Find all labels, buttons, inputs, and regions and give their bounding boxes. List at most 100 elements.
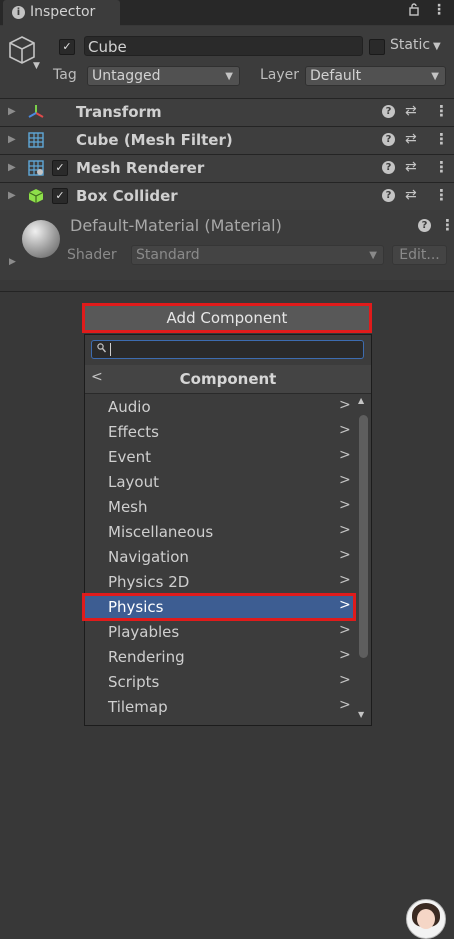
list-item-scripts[interactable]: Scripts >	[85, 669, 356, 694]
list-item-label: Rendering	[108, 648, 185, 666]
foldout-arrow-icon[interactable]: ▶	[8, 106, 16, 117]
enabled-checkbox[interactable]: ✓	[52, 188, 68, 204]
list-item-label: Physics 2D	[108, 573, 190, 591]
list-item-playables[interactable]: Playables >	[85, 619, 356, 644]
divider	[0, 291, 454, 292]
list-item-rendering[interactable]: Rendering >	[85, 644, 356, 669]
layer-dropdown[interactable]: Default ▼	[305, 66, 446, 86]
help-icon[interactable]: ?	[382, 189, 395, 202]
list-item-physics-2d[interactable]: Physics 2D >	[85, 569, 356, 594]
info-icon: i	[12, 6, 25, 19]
component-name: Transform	[76, 103, 162, 121]
scroll-up-arrow-icon[interactable]: ▲	[358, 396, 364, 405]
component-menu-icon[interactable]: ⋮	[434, 186, 449, 204]
box-collider-icon	[28, 188, 44, 204]
foldout-arrow-icon[interactable]: ▶	[8, 134, 16, 145]
material-preview-sphere[interactable]	[22, 220, 60, 258]
list-item-label: Audio	[108, 398, 151, 416]
tab-label: Inspector	[30, 4, 96, 20]
inspector-header: ▼ ✓ Cube Static ▼ Tag Untagged ▼ Layer De…	[0, 26, 454, 99]
chevron-down-icon: ▼	[431, 71, 439, 82]
mesh-filter-icon	[28, 132, 44, 148]
presets-icon[interactable]: ⇄	[405, 187, 417, 203]
component-mesh-filter[interactable]: ▶ Cube (Mesh Filter) ? ⇄ ⋮	[0, 127, 454, 155]
component-name: Cube (Mesh Filter)	[76, 131, 233, 149]
help-icon[interactable]: ?	[382, 161, 395, 174]
help-icon[interactable]: ?	[418, 219, 431, 232]
avatar	[406, 899, 446, 939]
static-dropdown[interactable]: Static ▼	[390, 37, 441, 53]
chevron-down-icon: ▼	[369, 250, 377, 261]
list-item-label: Tilemap	[108, 698, 168, 716]
chevron-right-icon: >	[339, 622, 351, 638]
component-menu-icon[interactable]: ⋮	[434, 102, 449, 120]
foldout-arrow-icon[interactable]: ▶	[8, 190, 16, 201]
component-transform[interactable]: ▶ Transform ? ⇄ ⋮	[0, 99, 454, 127]
chevron-right-icon: >	[339, 647, 351, 663]
component-name: Mesh Renderer	[76, 159, 205, 177]
material-name: Default-Material (Material)	[70, 216, 282, 235]
chevron-right-icon: >	[339, 672, 351, 688]
chevron-right-icon: >	[339, 447, 351, 463]
tag-label: Tag	[53, 67, 77, 83]
component-box-collider[interactable]: ▶ ✓ Box Collider ? ⇄ ⋮	[0, 183, 454, 211]
avatar-face	[417, 909, 435, 929]
static-checkbox[interactable]	[369, 39, 385, 55]
chevron-right-icon: >	[339, 422, 351, 438]
help-icon[interactable]: ?	[382, 133, 395, 146]
list-item-label: Event	[108, 448, 151, 466]
presets-icon[interactable]: ⇄	[405, 103, 417, 119]
list-item-tilemap[interactable]: Tilemap >	[85, 694, 356, 719]
tag-dropdown[interactable]: Untagged ▼	[87, 66, 240, 86]
component-menu-icon[interactable]: ⋮	[434, 130, 449, 148]
list-item-label: Mesh	[108, 498, 148, 516]
add-component-button[interactable]: Add Component	[82, 303, 372, 333]
list-item-audio[interactable]: Audio >	[85, 394, 356, 419]
shader-label: Shader	[67, 247, 117, 263]
active-checkbox[interactable]: ✓	[59, 39, 75, 55]
chevron-right-icon: >	[339, 572, 351, 588]
list-item-miscellaneous[interactable]: Miscellaneous >	[85, 519, 356, 544]
presets-icon[interactable]: ⇄	[405, 159, 417, 175]
material-menu-icon[interactable]: ⋮	[440, 216, 454, 234]
object-name-field[interactable]: Cube	[84, 36, 363, 56]
list-item-mesh[interactable]: Mesh >	[85, 494, 356, 519]
lock-icon[interactable]	[407, 2, 421, 20]
text-caret	[110, 343, 111, 356]
enabled-checkbox[interactable]: ✓	[52, 160, 68, 176]
static-arrow-icon: ▼	[433, 41, 441, 52]
chevron-right-icon: >	[339, 472, 351, 488]
foldout-arrow-icon[interactable]: ▶	[8, 162, 16, 173]
list-item-label: Playables	[108, 623, 180, 641]
static-label: Static	[390, 37, 431, 53]
shader-value: Standard	[136, 247, 200, 263]
chevron-right-icon: >	[339, 547, 351, 563]
presets-icon[interactable]: ⇄	[405, 131, 417, 147]
tab-menu-icon[interactable]: ⋮	[432, 2, 446, 18]
component-search-input[interactable]	[91, 340, 364, 359]
list-item-effects[interactable]: Effects >	[85, 419, 356, 444]
tab-inspector[interactable]: i Inspector	[3, 0, 120, 26]
chevron-right-icon: >	[339, 397, 351, 413]
list-item-layout[interactable]: Layout >	[85, 469, 356, 494]
component-mesh-renderer[interactable]: ▶ ✓ Mesh Renderer ? ⇄ ⋮	[0, 155, 454, 183]
foldout-arrow-icon[interactable]: ▶	[9, 257, 16, 267]
scrollbar-thumb[interactable]	[359, 415, 368, 658]
chevron-down-icon: ▼	[225, 71, 233, 82]
material-section: ▶ Default-Material (Material) ? ⋮ Shader…	[0, 210, 454, 280]
help-icon[interactable]: ?	[382, 105, 395, 118]
scroll-down-arrow-icon[interactable]: ▼	[358, 710, 364, 719]
popup-header: < Component	[85, 365, 371, 394]
list-item-label: Effects	[108, 423, 159, 441]
gameobject-cube-icon[interactable]	[8, 35, 36, 69]
chevron-right-icon: >	[339, 522, 351, 538]
icon-dropdown-arrow-icon[interactable]: ▼	[33, 61, 40, 71]
add-component-popup: < Component Audio > Effects > Event > La…	[84, 334, 372, 726]
list-item-label: Layout	[108, 473, 159, 491]
list-item-label: Miscellaneous	[108, 523, 214, 541]
component-menu-icon[interactable]: ⋮	[434, 158, 449, 176]
list-item-label: Scripts	[108, 673, 160, 691]
component-name: Box Collider	[76, 187, 178, 205]
list-item-navigation[interactable]: Navigation >	[85, 544, 356, 569]
list-item-event[interactable]: Event >	[85, 444, 356, 469]
